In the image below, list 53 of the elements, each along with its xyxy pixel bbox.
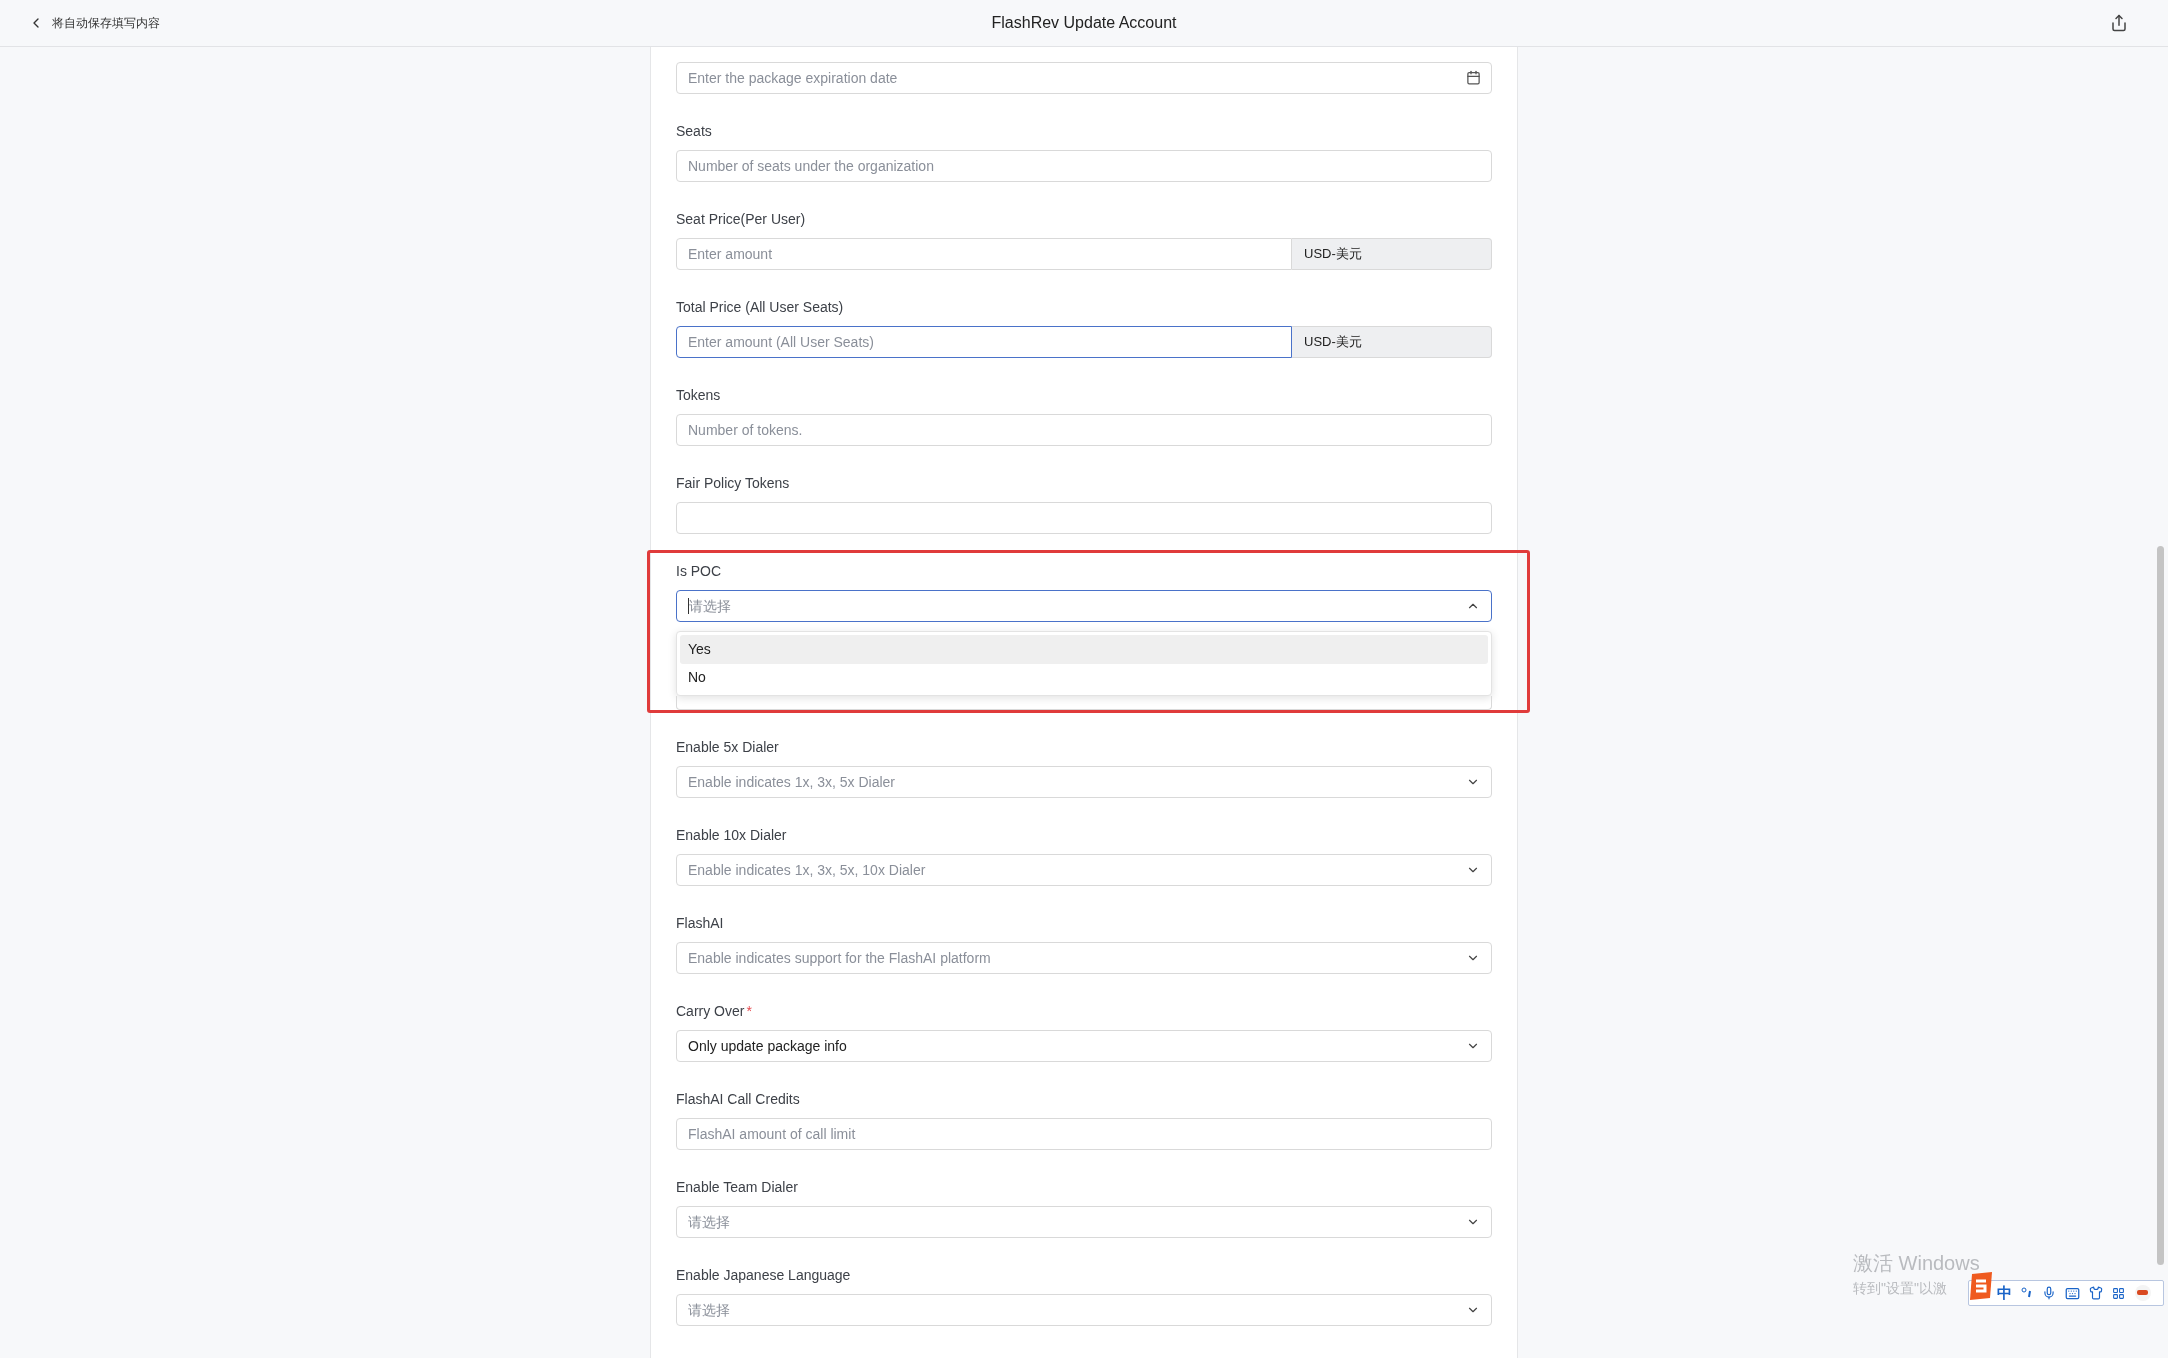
select-placeholder: Enable indicates 1x, 3x, 5x, 10x Dialer	[688, 860, 927, 880]
select-field[interactable]: Enable indicates 1x, 3x, 5x Dialer	[676, 766, 1492, 798]
field-label: FlashAI	[676, 913, 724, 933]
required-mark: *	[746, 1001, 752, 1021]
field-label: Is POC	[676, 561, 722, 581]
share-icon[interactable]	[2110, 14, 2128, 32]
select-placeholder: 请选择	[689, 596, 732, 616]
currency-addon: USD-美元	[1292, 238, 1492, 270]
input-field[interactable]	[676, 502, 1492, 534]
mascot-icon[interactable]	[2134, 1284, 2152, 1302]
select-field[interactable]: Enable indicates 1x, 3x, 5x, 10x Dialer	[676, 854, 1492, 886]
currency-addon: USD-美元	[1292, 326, 1492, 358]
select-field[interactable]: 请选择	[676, 1294, 1492, 1326]
select-value: Only update package info	[688, 1036, 848, 1056]
select-placeholder: Enable indicates support for the FlashAI platform	[688, 948, 992, 968]
select-placeholder: 请选择	[688, 1300, 731, 1320]
select-field[interactable]: 请选择	[676, 590, 1492, 622]
field-label: Seat Price(Per User)	[676, 209, 806, 229]
ime-logo-icon[interactable]	[1968, 1272, 1994, 1300]
activation-title: 激活 Windows	[1853, 1251, 1980, 1276]
calendar-icon[interactable]	[1466, 70, 1481, 85]
field-label: Enable Team Dialer	[676, 1177, 798, 1197]
microphone-icon[interactable]	[2042, 1286, 2056, 1300]
select-field[interactable]: Enable indicates support for the FlashAI platform	[676, 942, 1492, 974]
ime-mode[interactable]: 中	[1997, 1281, 2012, 1305]
field-label: Enable 10x Dialer	[676, 825, 787, 845]
select-placeholder: 请选择	[688, 1212, 731, 1232]
field-label: Carry Over	[676, 1001, 745, 1021]
field-label: Fair Policy Tokens	[676, 473, 790, 493]
back-button[interactable]: 将自动保存填写内容	[28, 14, 160, 32]
field-label: Seats	[676, 121, 712, 141]
select-placeholder: Enable indicates 1x, 3x, 5x Dialer	[688, 772, 896, 792]
scrollbar-thumb[interactable]	[2157, 546, 2164, 1265]
date-field[interactable]: Enter the package expiration date	[676, 62, 1492, 94]
field-label: Tokens	[676, 385, 721, 405]
dropdown-option[interactable]: No	[680, 663, 1488, 692]
input-field[interactable]: Number of seats under the organization	[676, 150, 1492, 182]
keyboard-icon[interactable]	[2065, 1285, 2080, 1301]
field-label: Total Price (All User Seats)	[676, 297, 844, 317]
field-label: Enable Japanese Language	[676, 1265, 851, 1285]
activation-subtitle: 转到"设置"以激	[1853, 1279, 1948, 1298]
grid-icon[interactable]	[2112, 1286, 2125, 1300]
field-label: FlashAI Call Credits	[676, 1089, 800, 1109]
dropdown-option[interactable]: Yes	[680, 635, 1488, 664]
punctuation-icon[interactable]	[2021, 1287, 2033, 1299]
select-field[interactable]: Only update package info	[676, 1030, 1492, 1062]
amount-field[interactable]: Enter amount (All User Seats)	[676, 326, 1292, 358]
page-title: FlashRev Update Account	[991, 13, 1177, 33]
input-field[interactable]: Number of tokens.	[676, 414, 1492, 446]
field-label: Enable 5x Dialer	[676, 737, 779, 757]
select-field[interactable]: 请选择	[676, 1206, 1492, 1238]
input-field[interactable]: FlashAI amount of call limit	[676, 1118, 1492, 1150]
shirt-icon[interactable]	[2089, 1286, 2103, 1300]
